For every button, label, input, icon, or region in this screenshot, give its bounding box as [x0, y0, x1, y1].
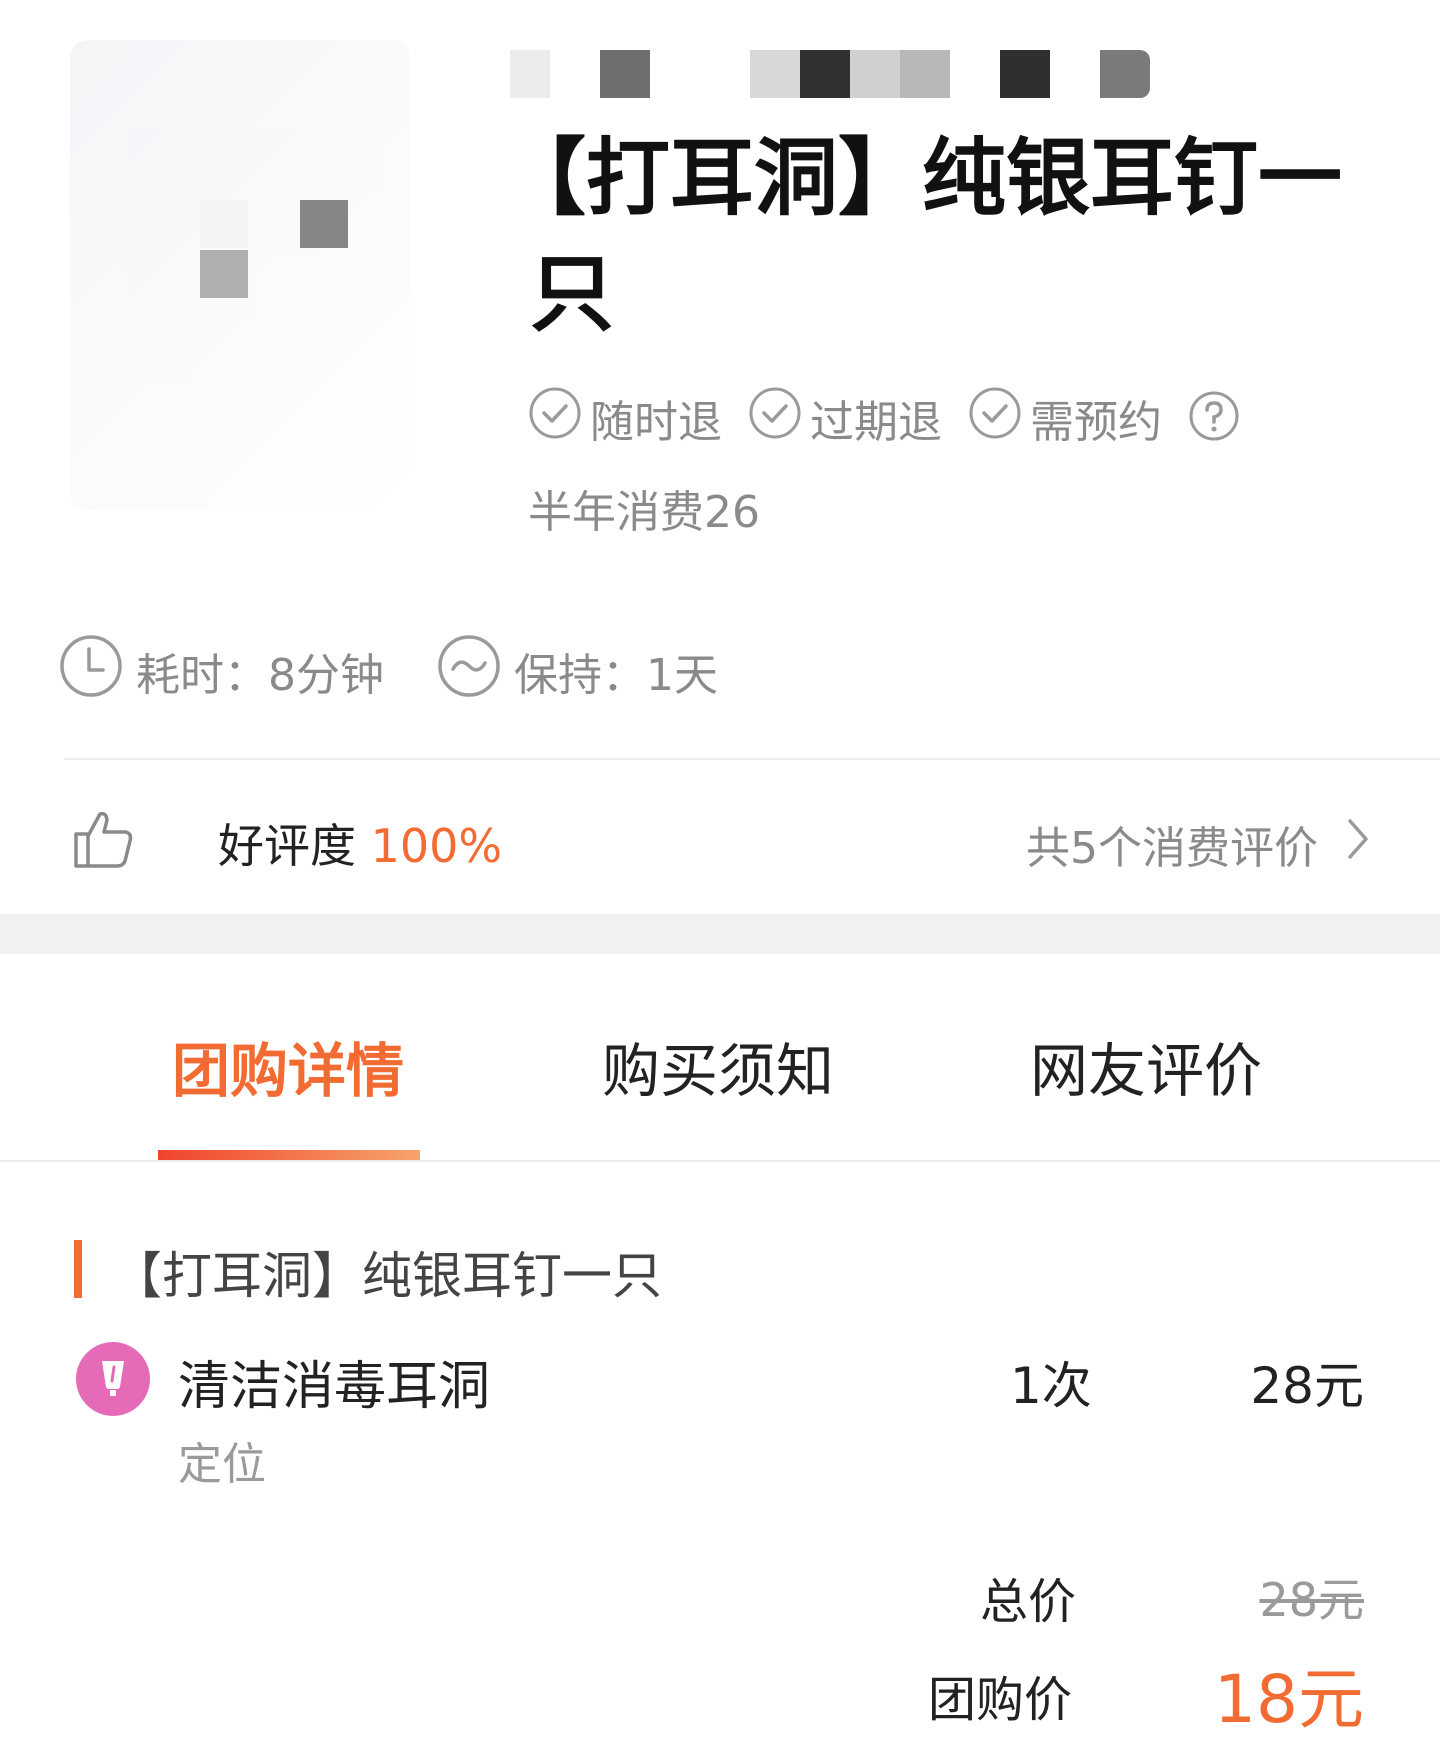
reviews-link[interactable]: 共5个消费评价	[1026, 812, 1370, 876]
tag-label: 需预约	[1030, 397, 1162, 448]
rating-summary: 好评度 100%	[218, 810, 502, 876]
package-title: 【打耳洞】纯银耳钉一只	[112, 1247, 662, 1305]
rating-value: 100%	[370, 819, 503, 873]
tag-reservation: 需预约	[968, 386, 1162, 451]
group-price-value: 18元	[1214, 1661, 1364, 1738]
keep-text: 保持：1天	[514, 650, 718, 701]
item-price: 28元	[1250, 1357, 1364, 1415]
section-accent-bar	[74, 1240, 82, 1298]
service-tags: 随时退 过期退 需预约	[528, 386, 1240, 451]
group-price-label: 团购价	[928, 1672, 1073, 1728]
tab-group-detail[interactable]: 团购详情	[172, 1024, 404, 1108]
tag-label: 随时退	[590, 397, 722, 448]
tab-purchase-notes[interactable]: 购买须知	[602, 1024, 834, 1108]
check-circle-icon	[968, 386, 1022, 451]
divider	[0, 1160, 1440, 1162]
product-thumbnail[interactable]	[70, 40, 410, 510]
chevron-right-icon	[1346, 817, 1370, 872]
clock-icon	[58, 633, 124, 710]
tab-user-reviews[interactable]: 网友评价	[1030, 1024, 1262, 1108]
section-gap	[0, 914, 1440, 954]
item-icon	[76, 1342, 150, 1416]
divider	[64, 758, 1440, 760]
product-title: 【打耳洞】纯银耳钉一 只	[502, 120, 1370, 352]
thumbnail-pixel	[200, 250, 248, 298]
total-price-value: 28元	[1259, 1573, 1364, 1627]
wave-icon	[436, 633, 502, 710]
check-circle-icon	[528, 386, 582, 451]
rating-label: 好评度	[218, 819, 371, 873]
thumbnail-pixel	[200, 200, 248, 248]
obscured-shop-name	[510, 50, 1150, 98]
tag-label: 过期退	[810, 397, 942, 448]
check-circle-icon	[748, 386, 802, 451]
product-title-line1: 【打耳洞】纯银耳钉一	[502, 129, 1343, 227]
duration-text: 耗时：8分钟	[136, 650, 384, 701]
tag-refund-expired: 过期退	[748, 386, 942, 451]
thumbs-up-icon	[72, 808, 136, 874]
question-circle-icon[interactable]	[1188, 390, 1240, 446]
tag-refund-anytime: 随时退	[528, 386, 722, 451]
item-name: 清洁消毒耳洞	[178, 1357, 491, 1417]
item-subtitle: 定位	[178, 1439, 266, 1490]
total-price-label: 总价	[980, 1574, 1077, 1630]
active-tab-indicator	[158, 1150, 420, 1160]
sold-count: 半年消费26	[528, 487, 760, 538]
thumbnail-pixel	[300, 200, 348, 248]
item-count: 1次	[1010, 1357, 1092, 1415]
keep-info: 保持：1天	[436, 634, 718, 706]
product-title-line2: 只	[530, 245, 615, 343]
reviews-link-label: 共5个消费评价	[1026, 823, 1318, 874]
duration-info: 耗时：8分钟	[58, 634, 384, 706]
